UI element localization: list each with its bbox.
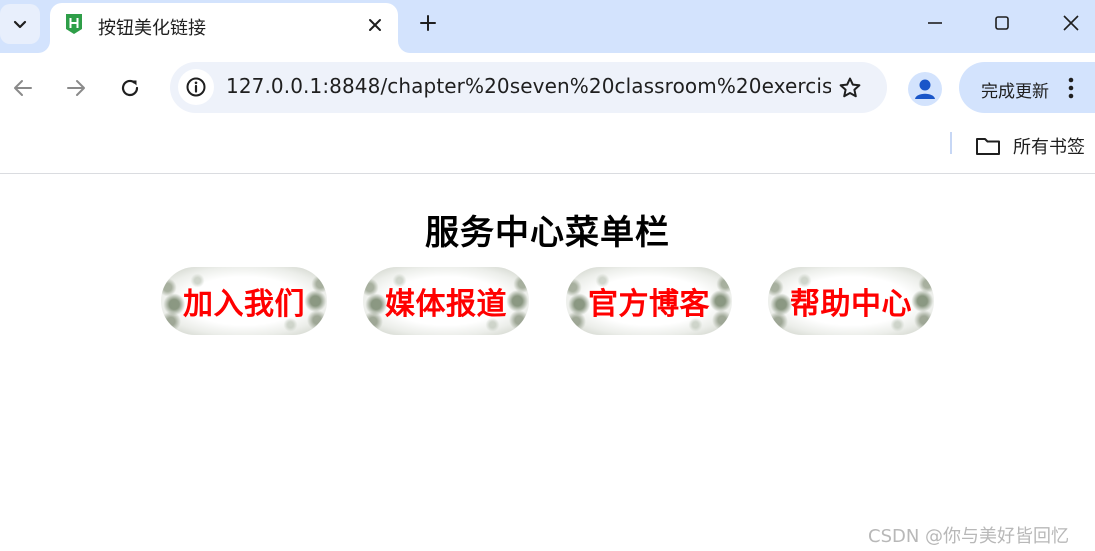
forward-arrow-icon — [67, 80, 85, 96]
minimize-button[interactable] — [920, 8, 950, 38]
close-window-icon — [1063, 15, 1079, 31]
close-window-button[interactable] — [1056, 8, 1086, 38]
bookmarks-bar: 所有书签 — [0, 123, 1095, 174]
tab-title: 按钮美化链接 — [98, 18, 206, 39]
bookmark-star-button[interactable] — [836, 74, 864, 102]
menu-link-help-center[interactable]: 帮助中心 — [768, 267, 934, 335]
reload-icon — [121, 79, 139, 97]
url-text[interactable]: 127.0.0.1:8848/chapter%20seven%20classro… — [226, 74, 831, 98]
hbuilder-favicon-icon — [66, 14, 82, 34]
page-title: 服务中心菜单栏 — [425, 213, 670, 253]
back-arrow-icon — [14, 80, 32, 96]
active-tab[interactable]: 按钮美化链接 — [50, 3, 398, 53]
plus-icon — [420, 15, 436, 31]
service-menu: 加入我们 媒体报道 官方博客 帮助中心 — [161, 267, 941, 337]
address-bar[interactable]: 127.0.0.1:8848/chapter%20seven%20classro… — [170, 62, 887, 113]
info-icon — [186, 77, 206, 97]
bookmarks-separator — [950, 132, 952, 154]
tab-strip: 按钮美化链接 — [0, 0, 1095, 53]
tab-close-button[interactable] — [363, 13, 387, 37]
maximize-icon — [995, 16, 1009, 30]
folder-icon — [976, 138, 1000, 155]
back-button[interactable] — [8, 73, 38, 103]
menu-link-media-reports[interactable]: 媒体报道 — [363, 267, 529, 335]
menu-kebab-button[interactable] — [1063, 74, 1079, 102]
close-icon — [369, 19, 381, 31]
reload-button[interactable] — [115, 73, 145, 103]
new-tab-button[interactable] — [415, 10, 441, 36]
menu-link-label: 媒体报道 — [385, 287, 507, 322]
star-icon — [839, 77, 861, 98]
menu-link-label: 官方博客 — [588, 287, 710, 322]
update-button[interactable]: 完成更新 — [959, 62, 1095, 113]
tab-search-button[interactable] — [0, 4, 40, 44]
menu-link-label: 帮助中心 — [790, 287, 912, 322]
minimize-icon — [928, 22, 942, 24]
site-info-button[interactable] — [178, 69, 214, 105]
all-bookmarks-label: 所有书签 — [1013, 137, 1085, 158]
update-button-label: 完成更新 — [981, 82, 1049, 102]
forward-button[interactable] — [61, 73, 91, 103]
chevron-down-icon — [13, 20, 27, 29]
menu-link-label: 加入我们 — [183, 287, 305, 322]
avatar-icon — [915, 79, 935, 99]
profile-button[interactable] — [908, 72, 942, 106]
menu-link-join-us[interactable]: 加入我们 — [161, 267, 327, 335]
more-vertical-icon — [1068, 77, 1074, 99]
watermark: CSDN @你与美好皆回忆 — [868, 526, 1070, 547]
maximize-button[interactable] — [987, 8, 1017, 38]
all-bookmarks-button[interactable]: 所有书签 — [975, 131, 1085, 161]
toolbar: 127.0.0.1:8848/chapter%20seven%20classro… — [0, 53, 1095, 123]
menu-link-official-blog[interactable]: 官方博客 — [566, 267, 732, 335]
